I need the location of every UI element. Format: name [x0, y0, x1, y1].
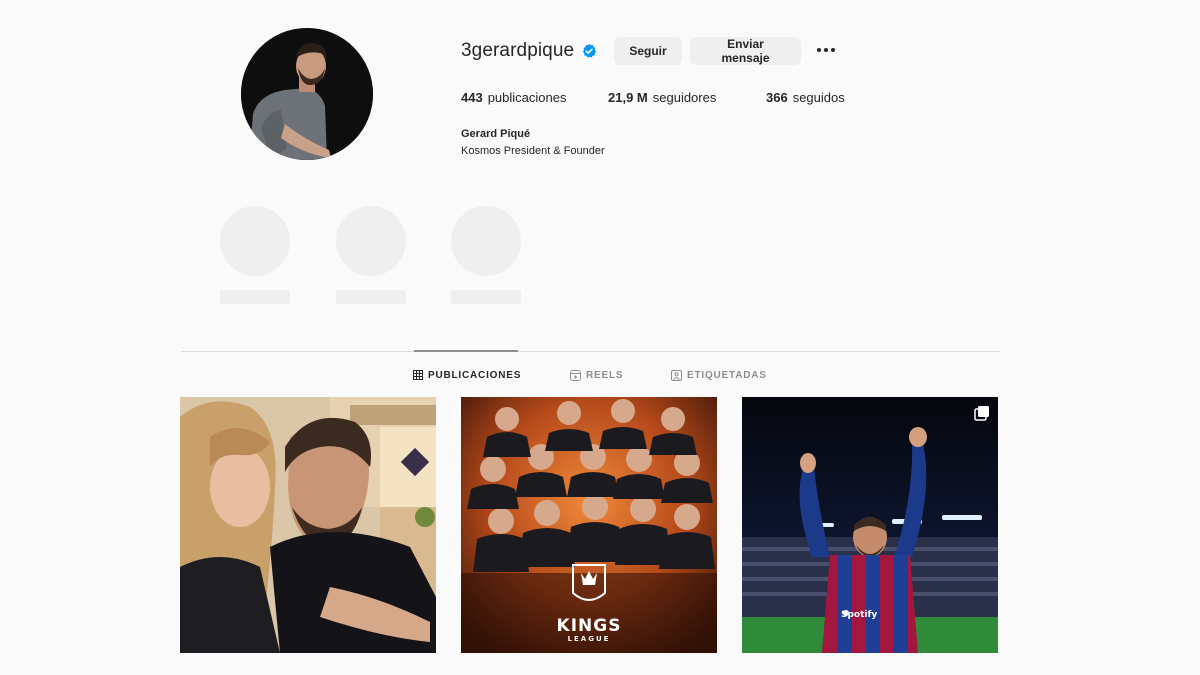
profile-username: 3gerardpique: [461, 40, 575, 61]
posts-count: 443: [461, 90, 483, 105]
tab-publicaciones[interactable]: PUBLICACIONES: [413, 368, 521, 382]
highlight-placeholder: [450, 206, 522, 304]
highlight-circle-placeholder: [451, 206, 521, 276]
tab-etiquetadas[interactable]: ETIQUETADAS: [671, 368, 767, 382]
followers-stat[interactable]: 21,9 M seguidores: [608, 90, 766, 105]
highlight-label-placeholder: [451, 290, 521, 304]
highlight-label-placeholder: [336, 290, 406, 304]
carousel-icon: [974, 406, 989, 421]
profile-bio: Kosmos President & Founder: [461, 145, 605, 157]
following-count: 366: [766, 90, 788, 105]
profile-stats: 443 publicaciones 21,9 M seguidores 366 …: [461, 90, 845, 105]
posts-label: publicaciones: [487, 90, 567, 105]
following-stat[interactable]: 366 seguidos: [766, 90, 845, 105]
followers-count: 21,9 M: [608, 90, 648, 105]
post-overlay-title: KINGS: [556, 616, 622, 636]
grid-icon: [413, 370, 423, 380]
kings-league-poster: [461, 397, 717, 653]
highlight-label-placeholder: [220, 290, 290, 304]
profile-full-name: Gerard Piqué: [461, 128, 531, 140]
tab-label: ETIQUETADAS: [687, 369, 767, 381]
highlight-circle-placeholder: [220, 206, 290, 276]
highlight-circle-placeholder: [336, 206, 406, 276]
post-overlay-subtitle: LEAGUE: [567, 635, 611, 643]
highlight-placeholder: [335, 206, 407, 304]
tagged-icon: [671, 369, 682, 381]
highlight-placeholder: [219, 206, 291, 304]
following-label: seguidos: [792, 90, 845, 105]
send-message-button[interactable]: Enviar mensaje: [690, 37, 801, 65]
follow-button[interactable]: Seguir: [614, 37, 682, 65]
username-row: 3gerardpique: [461, 36, 597, 66]
active-tab-indicator: [414, 350, 518, 352]
tab-label: PUBLICACIONES: [428, 369, 522, 381]
tab-label: REELS: [586, 369, 624, 381]
posts-count-stat: 443 publicaciones: [461, 90, 608, 105]
profile-page: 3gerardpique Seguir Enviar mensaje 443 p…: [0, 0, 1200, 675]
more-options-icon[interactable]: [815, 43, 837, 57]
verified-badge-icon: [582, 43, 597, 58]
profile-avatar[interactable]: [241, 28, 373, 160]
tab-reels[interactable]: REELS: [570, 368, 623, 382]
post-thumbnail[interactable]: KINGS LEAGUE: [461, 397, 717, 653]
followers-label: seguidores: [652, 90, 717, 105]
couple-selfie-photo: [180, 397, 436, 653]
post-thumbnail[interactable]: Spotify: [742, 397, 998, 653]
tabs-divider: [181, 351, 1000, 352]
jersey-sponsor-text: Spotify: [841, 610, 878, 620]
post-thumbnail[interactable]: [180, 397, 436, 653]
reels-icon: [570, 369, 581, 381]
